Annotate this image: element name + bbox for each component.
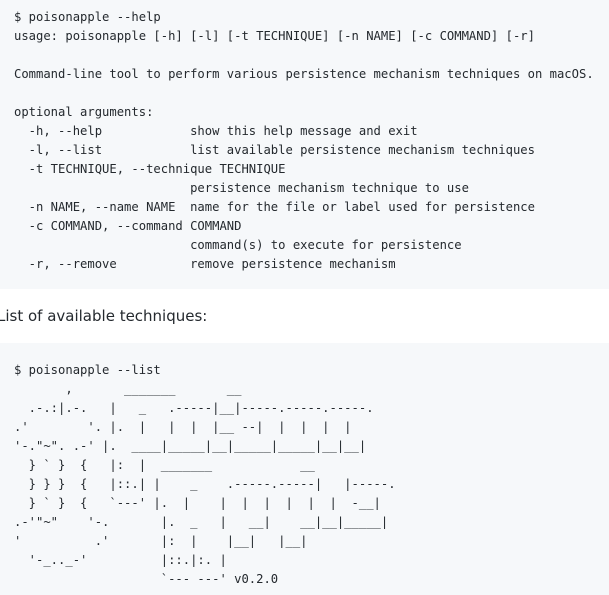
list-code-block: $ poisonapple --list , _______ __ .-.:|.… bbox=[0, 343, 609, 595]
list-output: $ poisonapple --list , _______ __ .-.:|.… bbox=[14, 363, 396, 586]
help-code-block: $ poisonapple --help usage: poisonapple … bbox=[0, 0, 609, 289]
techniques-heading: List of available techniques: bbox=[0, 307, 208, 325]
help-output: $ poisonapple --help usage: poisonapple … bbox=[14, 10, 594, 271]
